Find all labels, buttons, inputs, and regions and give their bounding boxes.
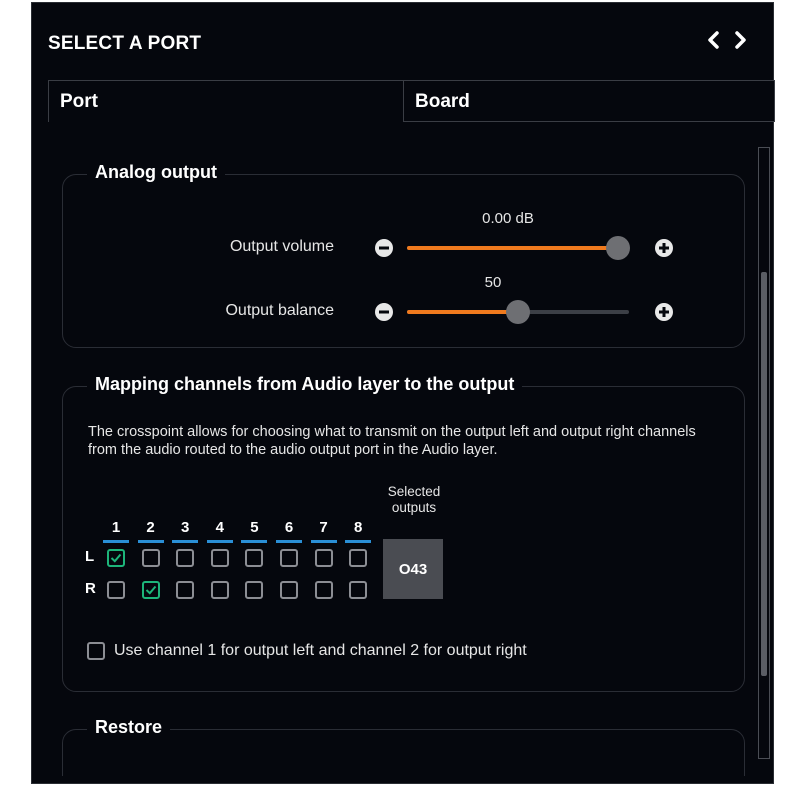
crosspoint-l-6[interactable] [280,549,298,567]
output-volume-label: Output volume [229,238,334,255]
analog-output-group: Analog output 0.00 dB Output volume 50 O… [62,162,746,348]
selected-outputs-value: O43 [383,539,443,599]
crosspoint-r-6[interactable] [280,581,298,599]
crosspoint-l-7[interactable] [314,549,333,567]
balance-increase-button[interactable] [655,303,673,321]
panel-title: SELECT A PORT [48,33,202,54]
restore-title: Restore [87,717,171,738]
mapping-title: Mapping channels from Audio layer to the… [87,374,523,395]
crosspoint-l-8[interactable] [349,549,368,567]
output-volume-slider[interactable] [407,236,630,260]
chevron-right-icon [735,31,746,49]
mapping-group: Mapping channels from Audio layer to the… [62,374,745,692]
port-navigation [706,29,748,51]
previous-port-button[interactable] [706,29,722,51]
tab-bar: Port Board [48,80,775,122]
output-balance-fill [407,310,518,314]
channel-column-7: 7 [310,519,337,543]
selected-outputs-label: Selected outputs [387,484,441,515]
row-label-l: L [85,548,95,565]
crosspoint-r-5[interactable] [245,581,264,599]
mapping-description: The crosspoint allows for choosing what … [88,424,696,458]
minus-circle-icon [379,310,389,314]
channel-column-4: 4 [206,519,233,543]
output-volume-fill [407,246,618,250]
restore-group: Restore [62,717,745,776]
scrollbar-thumb[interactable] [761,272,767,676]
crosspoint-l-4[interactable] [210,549,229,567]
select-port-panel: SELECT A PORT Port Board Analog output 0… [31,2,775,784]
output-volume-row: Output volume [63,234,746,264]
channel-option-row: Use channel 1 for output left and channe… [87,642,527,660]
port-content: Analog output 0.00 dB Output volume 50 O… [48,122,760,776]
crosspoint-r-3[interactable] [176,581,195,599]
output-volume-value: 0.00 dB [482,210,534,227]
crosspoint-r-8[interactable] [349,581,368,599]
tab-port[interactable]: Port [48,80,404,122]
output-balance-row: Output balance [63,298,746,328]
channel-column-2: 2 [137,519,164,543]
next-port-button[interactable] [732,29,748,51]
output-volume-handle[interactable] [605,236,630,260]
plus-circle-icon [659,307,669,317]
chevron-left-icon [708,31,719,49]
crosspoint-l-3[interactable] [176,549,195,567]
crosspoint-r-4[interactable] [210,581,229,599]
checkmark-icon [110,553,122,563]
channel-column-8: 8 [345,519,372,543]
crosspoint-r-2[interactable] [141,581,160,599]
channel-column-5: 5 [241,519,268,543]
channel-column-1: 1 [103,519,129,543]
checkmark-icon [145,585,156,595]
output-balance-handle[interactable] [506,300,530,324]
output-balance-slider[interactable] [407,300,629,324]
crosspoint-r-7[interactable] [314,581,333,599]
tab-board[interactable]: Board [404,80,775,122]
row-label-r: R [85,580,96,597]
channel-column-6: 6 [276,519,302,543]
channel-option-label[interactable]: Use channel 1 for output left and channe… [114,642,527,660]
plus-circle-icon [659,243,669,253]
minus-circle-icon [379,246,389,250]
volume-decrease-button[interactable] [375,239,393,257]
analog-output-title: Analog output [87,162,225,183]
channel-option-checkbox[interactable] [87,642,105,660]
output-balance-value: 50 [484,274,502,291]
content-scrollbar[interactable] [758,147,770,759]
output-balance-label: Output balance [225,302,334,319]
volume-increase-button[interactable] [655,239,673,257]
balance-decrease-button[interactable] [375,303,393,321]
crosspoint-l-2[interactable] [141,549,160,567]
channel-column-3: 3 [172,519,199,543]
crosspoint-l-5[interactable] [245,549,264,567]
crosspoint-l-1[interactable] [107,549,125,567]
crosspoint-r-1[interactable] [107,581,125,599]
